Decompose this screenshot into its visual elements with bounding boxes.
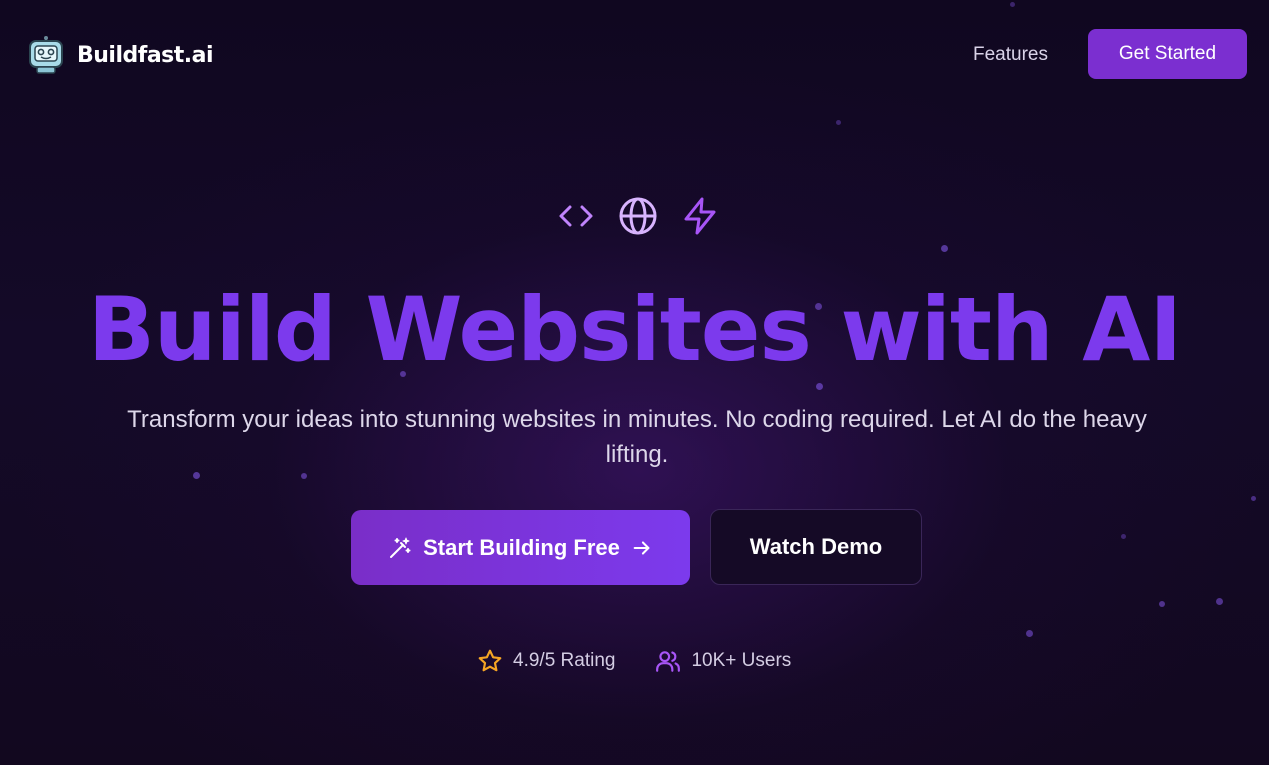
users-icon: [656, 651, 681, 672]
get-started-button[interactable]: Get Started: [1088, 29, 1247, 79]
rating-label: 4.9/5 Rating: [513, 650, 616, 671]
brand-logo[interactable]: Buildfast.ai: [28, 36, 214, 74]
star-icon: [478, 649, 502, 672]
users-label: 10K+ Users: [691, 650, 792, 671]
stats-row: 4.9/5 Rating 10K+ Users: [477, 648, 791, 674]
zap-icon: [684, 197, 716, 235]
rating-stat: 4.9/5 Rating: [477, 648, 615, 674]
code-icon: [559, 205, 593, 227]
hero-subtitle: Transform your ideas into stunning websi…: [127, 406, 1147, 468]
globe-icon: [619, 197, 657, 235]
start-building-label: Start Building Free: [423, 534, 620, 560]
site-header: Buildfast.ai Features Get Started: [0, 0, 1269, 110]
start-building-button[interactable]: Start Building Free: [351, 510, 690, 585]
hero-headline: Build Websites with AI: [87, 278, 1182, 381]
magic-wand-icon: [390, 537, 411, 558]
arrow-right-icon: [633, 540, 650, 555]
hero-icon-row: [556, 196, 720, 236]
brand-name: Buildfast.ai: [77, 42, 214, 68]
nav-link-features[interactable]: Features: [973, 44, 1048, 66]
users-stat: 10K+ Users: [655, 648, 791, 674]
watch-demo-button[interactable]: Watch Demo: [710, 509, 922, 585]
robot-icon: [29, 36, 63, 74]
